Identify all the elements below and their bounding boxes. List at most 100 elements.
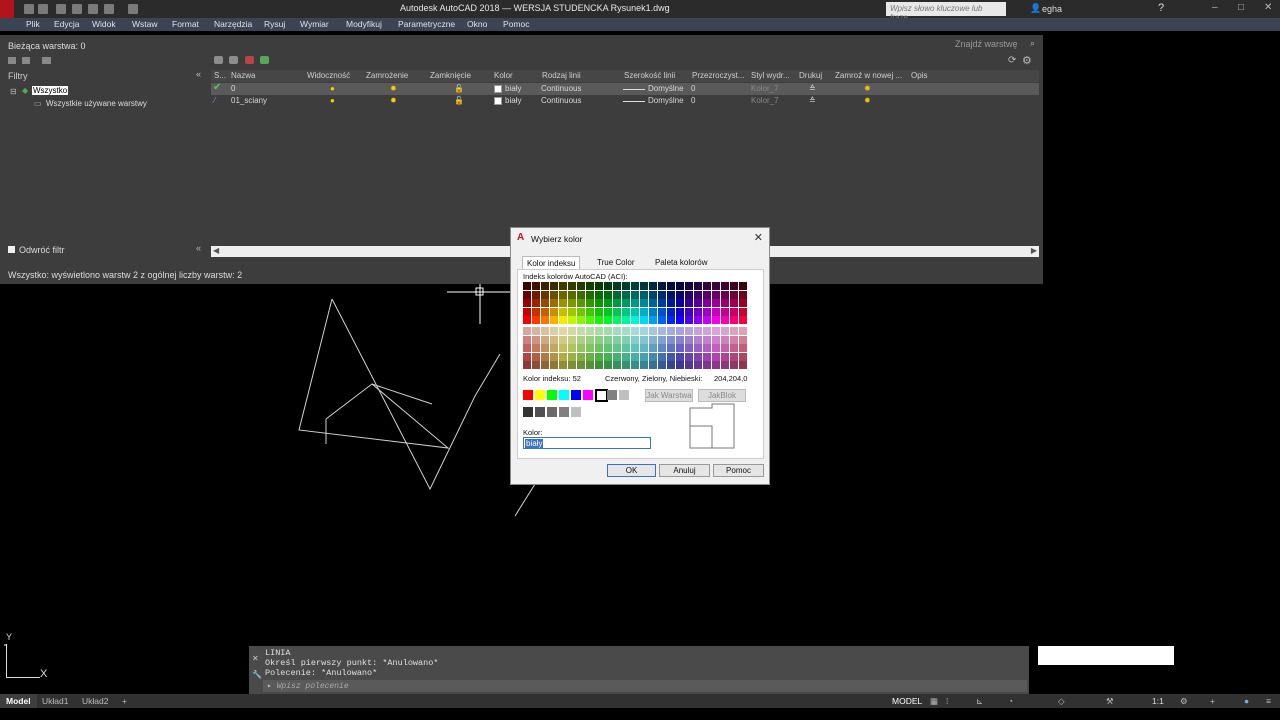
aci-color-cell[interactable] (586, 352, 594, 361)
aci-color-cell[interactable] (595, 282, 603, 290)
find-layer-input[interactable]: Znajdź warstwę (955, 39, 1018, 49)
aci-color-cell[interactable] (577, 282, 585, 290)
menu-parametryczne[interactable]: Parametryczne (398, 19, 455, 29)
aci-color-cell[interactable] (604, 307, 612, 316)
aci-color-cell[interactable] (523, 307, 531, 316)
maximize-icon[interactable]: □ (1238, 2, 1244, 13)
layer-lineweight[interactable]: Domyślne (648, 96, 684, 105)
menu-modyfikuj[interactable]: Modyfikuj (346, 19, 382, 29)
aci-color-cell[interactable] (676, 344, 684, 352)
aci-color-cell[interactable] (730, 282, 738, 290)
aci-color-cell[interactable] (730, 327, 738, 335)
aci-color-cell[interactable] (604, 316, 612, 324)
delete-layer-icon[interactable] (245, 56, 254, 64)
ortho-icon[interactable]: ⊾ (976, 696, 983, 707)
aci-color-cell[interactable] (658, 307, 666, 316)
tab-layout2[interactable]: Układ2 (82, 696, 108, 706)
aci-color-cell[interactable] (685, 361, 693, 369)
aci-color-cell[interactable] (586, 307, 594, 316)
help-search-input[interactable]: Wpisz słowo kluczowe lub frazę (886, 2, 1006, 22)
aci-color-cell[interactable] (721, 299, 729, 307)
aci-color-cell[interactable] (577, 361, 585, 369)
aci-color-cell[interactable] (721, 316, 729, 324)
aci-color-cell[interactable] (541, 299, 549, 307)
aci-color-cell[interactable] (604, 335, 612, 344)
aci-color-cell[interactable] (595, 344, 603, 352)
aci-color-cell[interactable] (685, 344, 693, 352)
aci-color-cell[interactable] (703, 290, 711, 299)
aci-color-cell[interactable] (532, 299, 540, 307)
aci-color-cell[interactable] (532, 316, 540, 324)
aci-color-cell[interactable] (523, 316, 531, 324)
aci-color-cell[interactable] (586, 361, 594, 369)
invert-filter-checkbox[interactable] (8, 246, 15, 253)
aci-color-cell[interactable] (577, 335, 585, 344)
menu-rysuj[interactable]: Rysuj (264, 19, 285, 29)
aci-color-cell[interactable] (712, 299, 720, 307)
menu-edycja[interactable]: Edycja (54, 19, 80, 29)
aci-color-cell[interactable] (640, 299, 648, 307)
aci-color-cell[interactable] (559, 299, 567, 307)
aci-color-cell[interactable] (622, 282, 630, 290)
aci-color-cell[interactable] (577, 344, 585, 352)
aci-color-cell[interactable] (640, 361, 648, 369)
aci-color-cell[interactable] (739, 352, 747, 361)
user-icon[interactable]: 👤 (1030, 3, 1041, 14)
aci-color-cell[interactable] (523, 361, 531, 369)
aci-color-cell[interactable] (631, 316, 639, 324)
aci-color-cell[interactable] (676, 282, 684, 290)
aci-color-cell[interactable] (523, 335, 531, 344)
aci-color-cell[interactable] (631, 327, 639, 335)
aci-color-cell[interactable] (586, 327, 594, 335)
aci-color-cell[interactable] (586, 316, 594, 324)
aci-color-cell[interactable] (541, 290, 549, 299)
aci-color-cell[interactable] (658, 327, 666, 335)
standard-color-cell[interactable] (571, 390, 581, 400)
color-input[interactable]: biały (523, 437, 651, 449)
standard-color-cell[interactable] (547, 390, 557, 400)
aci-color-cell[interactable] (712, 307, 720, 316)
col-lock[interactable]: Zamknięcie (430, 71, 471, 80)
aci-color-cell[interactable] (712, 335, 720, 344)
aci-color-cell[interactable] (712, 316, 720, 324)
menu-icon[interactable]: ≡ (1266, 696, 1271, 706)
col-newvp-freeze[interactable]: Zamroź w nowej ... (835, 71, 902, 80)
aci-color-cell[interactable] (739, 316, 747, 324)
aci-color-cell[interactable] (694, 307, 702, 316)
aci-color-cell[interactable] (712, 282, 720, 290)
aci-color-cell[interactable] (577, 352, 585, 361)
aci-color-cell[interactable] (667, 335, 675, 344)
aci-color-cell[interactable] (550, 352, 558, 361)
tab-true-color[interactable]: True Color (593, 256, 639, 269)
aci-color-cell[interactable] (559, 316, 567, 324)
aci-color-cell[interactable] (730, 290, 738, 299)
aci-color-cell[interactable] (694, 344, 702, 352)
aci-color-cell[interactable] (703, 361, 711, 369)
aci-color-cell[interactable] (685, 299, 693, 307)
aci-color-cell[interactable] (622, 307, 630, 316)
aci-color-cell[interactable] (676, 299, 684, 307)
aci-color-cell[interactable] (622, 290, 630, 299)
standard-color-cell[interactable] (535, 390, 545, 400)
save-as-icon[interactable] (72, 4, 82, 14)
layer-transparency[interactable]: 0 (691, 84, 695, 93)
aci-color-cell[interactable] (523, 282, 531, 290)
aci-color-cell[interactable] (622, 361, 630, 369)
col-plot[interactable]: Drukuj (799, 71, 822, 80)
aci-color-cell[interactable] (703, 352, 711, 361)
aci-color-cell[interactable] (703, 307, 711, 316)
aci-color-cell[interactable] (577, 316, 585, 324)
aci-color-cell[interactable] (712, 344, 720, 352)
aci-color-cell[interactable] (541, 282, 549, 290)
aci-color-cell[interactable] (550, 327, 558, 335)
grid-icon[interactable]: ▦ (930, 696, 938, 707)
command-input[interactable]: ▸ Wpisz polecenie (263, 680, 1027, 692)
aci-color-cell[interactable] (694, 290, 702, 299)
aci-color-cell[interactable] (532, 327, 540, 335)
add-layout-icon[interactable]: + (122, 696, 127, 706)
aci-color-cell[interactable] (568, 307, 576, 316)
aci-color-cell[interactable] (649, 290, 657, 299)
aci-color-cell[interactable] (541, 335, 549, 344)
bylayer-button[interactable]: Jak Warstwa (645, 389, 693, 402)
aci-color-cell[interactable] (586, 344, 594, 352)
